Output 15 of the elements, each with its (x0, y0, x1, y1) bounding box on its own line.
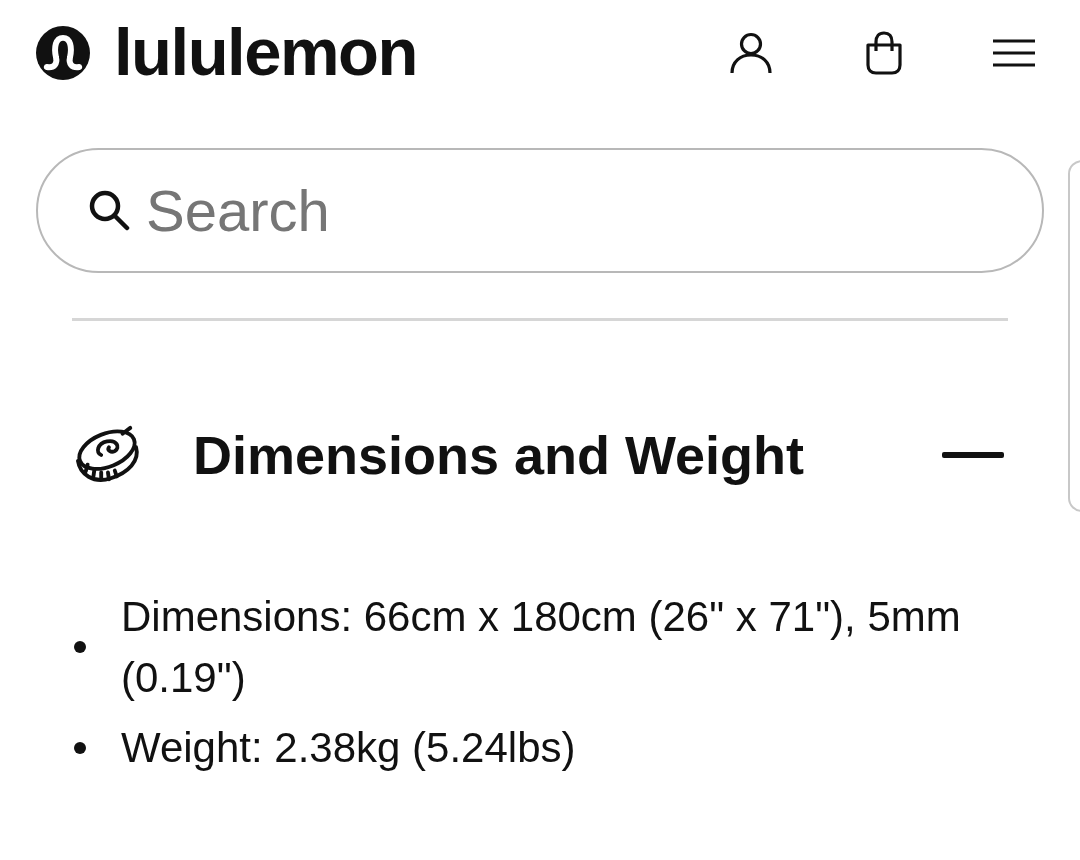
search-icon (88, 189, 130, 231)
minus-icon (942, 452, 1004, 458)
person-icon (729, 32, 773, 74)
bullet-icon (74, 641, 86, 653)
menu-button[interactable] (993, 39, 1035, 67)
search-field[interactable]: Search (36, 148, 1044, 273)
list-item-text: Weight: 2.38kg (5.24lbs) (121, 723, 577, 773)
bullet-icon (74, 741, 86, 754)
brand-wordmark[interactable]: lululemon (114, 17, 417, 89)
logo-icon (36, 26, 90, 80)
list-item-text: Dimensions: 66cm x 180cm (26" x 71"), 5mm (0.19") (121, 592, 962, 703)
shopping-bag-icon (865, 31, 903, 75)
account-button[interactable] (729, 31, 773, 75)
menu-icon (993, 39, 1035, 67)
bag-button[interactable] (865, 31, 903, 75)
